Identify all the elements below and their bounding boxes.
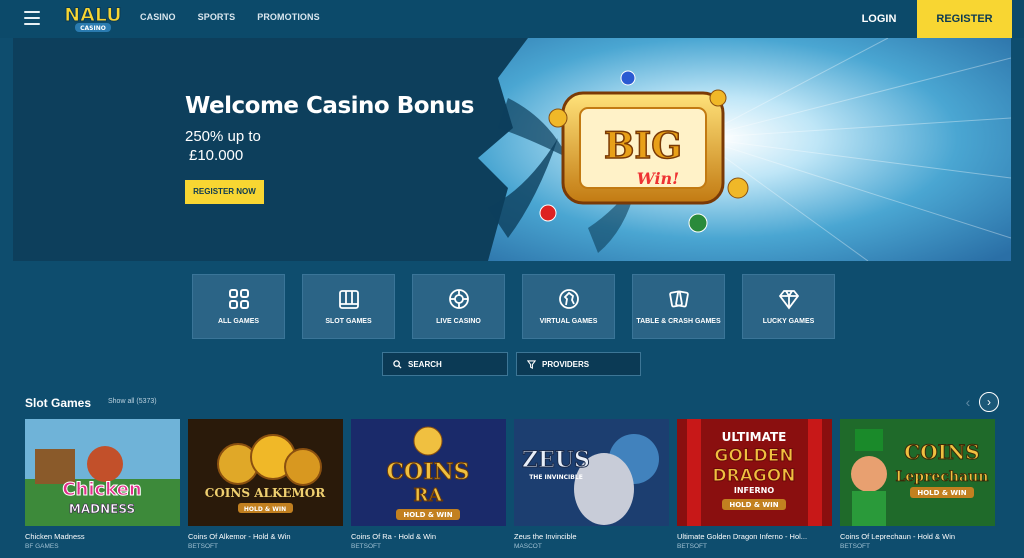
chevron-left-icon: ‹ — [965, 394, 971, 410]
nav-sports[interactable]: Sports — [198, 12, 236, 22]
hero-offer-line1: 250% up to — [185, 128, 261, 145]
category-virtual-games[interactable]: Virtual Games — [522, 274, 615, 339]
svg-text:GOLDEN: GOLDEN — [714, 446, 793, 466]
svg-text:HOLD & WIN: HOLD & WIN — [729, 501, 778, 509]
game-thumbnail[interactable]: COINS ALKEMOR HOLD & WIN — [188, 419, 343, 526]
category-label: Slot Games — [325, 318, 372, 325]
category-live-casino[interactable]: Live Casino — [412, 274, 505, 339]
hero-banner: BIG Win! Welcome Casino Bonus 250% up to… — [13, 38, 1011, 261]
providers-filter[interactable]: Providers — [516, 352, 641, 376]
providers-label: Providers — [542, 359, 590, 369]
game-provider: BETSOFT — [840, 543, 870, 550]
game-card[interactable]: Chicken MADNESS Chicken Madness BF GAMES — [25, 419, 180, 550]
category-slot-games[interactable]: Slot Games — [302, 274, 395, 339]
nav-casino[interactable]: Casino — [140, 12, 176, 22]
slot-games-list: Chicken MADNESS Chicken Madness BF GAMES… — [25, 419, 995, 550]
logo-text: NALU — [64, 4, 121, 26]
category-label: All Games — [217, 318, 260, 325]
game-provider: BF GAMES — [25, 543, 59, 550]
game-provider: BETSOFT — [351, 543, 381, 550]
search-icon — [393, 359, 402, 369]
hero-title: Welcome Casino Bonus — [185, 93, 474, 119]
game-card[interactable]: COINS Leprechaun HOLD & WIN Coins Of Lep… — [840, 419, 995, 550]
horse-head-icon — [558, 289, 579, 309]
game-provider: MASCOT — [514, 543, 542, 550]
game-thumbnail[interactable]: ULTIMATE GOLDEN DRAGON INFERNO HOLD & WI… — [677, 419, 832, 526]
menu-icon[interactable] — [24, 11, 40, 25]
category-lucky-games[interactable]: Lucky Games — [742, 274, 835, 339]
category-label: Lucky Games — [762, 318, 815, 325]
svg-text:Chicken: Chicken — [62, 479, 141, 500]
nalu-casino-logo[interactable]: NALU CASINO — [58, 1, 128, 35]
game-card[interactable]: ZEUS THE INVINCIBLE Zeus the Invincible … — [514, 419, 669, 550]
top-header: NALU CASINO Casino Sports Promotions LOG… — [0, 0, 1024, 38]
carousel-prev-button[interactable]: ‹ — [960, 393, 976, 411]
game-thumbnail[interactable]: Chicken MADNESS — [25, 419, 180, 526]
game-title: Coins Of Ra - Hold & Win — [351, 532, 437, 541]
svg-text:COINS: COINS — [387, 459, 470, 485]
svg-text:RA: RA — [414, 485, 444, 506]
svg-text:Leprechaun: Leprechaun — [896, 469, 989, 485]
carousel-next-button[interactable]: › — [979, 392, 999, 412]
diamond-icon — [778, 290, 799, 310]
svg-text:COINS: COINS — [904, 440, 979, 464]
svg-text:COINS ALKEMOR: COINS ALKEMOR — [205, 486, 326, 500]
game-card[interactable]: COINS RA HOLD & WIN Coins Of Ra - Hold &… — [351, 419, 506, 550]
category-tiles: All Games Slot Games Live Casino Virtual… — [192, 274, 835, 339]
svg-text:ULTIMATE: ULTIMATE — [722, 430, 787, 444]
svg-text:HOLD & WIN: HOLD & WIN — [403, 511, 452, 519]
show-all-link[interactable]: Show all (5373) — [108, 398, 157, 405]
big-win-banner-art: BIG Win! — [478, 38, 1011, 261]
svg-text:MADNESS: MADNESS — [69, 502, 135, 516]
game-title: Coins Of Alkemor - Hold & Win — [188, 532, 291, 541]
svg-text:ZEUS: ZEUS — [522, 447, 590, 473]
svg-text:DRAGON: DRAGON — [713, 466, 796, 486]
nav-promotions[interactable]: Promotions — [257, 12, 320, 22]
hero-offer-line2: £10.000 — [189, 147, 244, 164]
svg-text:HOLD & WIN: HOLD & WIN — [244, 506, 286, 513]
slot-games-heading: Slot Games — [25, 396, 92, 410]
game-title: Zeus the Invincible — [514, 532, 577, 541]
game-thumbnail[interactable]: ZEUS THE INVINCIBLE — [514, 419, 669, 526]
login-button[interactable]: LOGIN — [852, 0, 906, 38]
game-card[interactable]: ULTIMATE GOLDEN DRAGON INFERNO HOLD & WI… — [677, 419, 832, 550]
category-all-games[interactable]: All Games — [192, 274, 285, 339]
roulette-icon — [448, 289, 469, 309]
search-button[interactable]: Search — [382, 352, 508, 376]
game-provider: BETSOFT — [188, 543, 218, 550]
grid-icon — [228, 289, 249, 309]
register-button[interactable]: REGISTER — [917, 0, 1012, 38]
slot-machine-icon — [338, 290, 359, 309]
category-label: Live Casino — [436, 318, 481, 325]
game-provider: BETSOFT — [677, 543, 707, 550]
svg-text:HOLD & WIN: HOLD & WIN — [917, 489, 966, 497]
game-title: Chicken Madness — [25, 532, 85, 541]
hero-register-button[interactable]: Register Now — [185, 180, 264, 204]
game-card[interactable]: COINS ALKEMOR HOLD & WIN Coins Of Alkemo… — [188, 419, 343, 550]
game-title: Coins Of Leprechaun - Hold & Win — [840, 532, 956, 541]
filter-icon — [527, 359, 536, 369]
chevron-right-icon: › — [987, 395, 991, 409]
big-text: BIG — [604, 125, 682, 167]
svg-text:THE INVINCIBLE: THE INVINCIBLE — [529, 474, 583, 481]
svg-text:INFERNO: INFERNO — [734, 486, 774, 495]
game-title: Ultimate Golden Dragon Inferno - Hol... — [677, 532, 808, 541]
cards-icon — [668, 290, 689, 308]
search-label: Search — [408, 359, 442, 369]
game-thumbnail[interactable]: COINS RA HOLD & WIN — [351, 419, 506, 526]
hero-subtitle: 250% up to £10.000 — [185, 127, 305, 165]
logo-subtext: CASINO — [80, 25, 106, 32]
game-thumbnail[interactable]: COINS Leprechaun HOLD & WIN — [840, 419, 995, 526]
main-nav: Casino Sports Promotions — [140, 12, 320, 22]
win-text: Win! — [637, 169, 679, 188]
category-table-crash-games[interactable]: Table & Crash Games — [632, 274, 725, 339]
category-label: Table & Crash Games — [636, 318, 721, 325]
category-label: Virtual Games — [539, 318, 598, 325]
